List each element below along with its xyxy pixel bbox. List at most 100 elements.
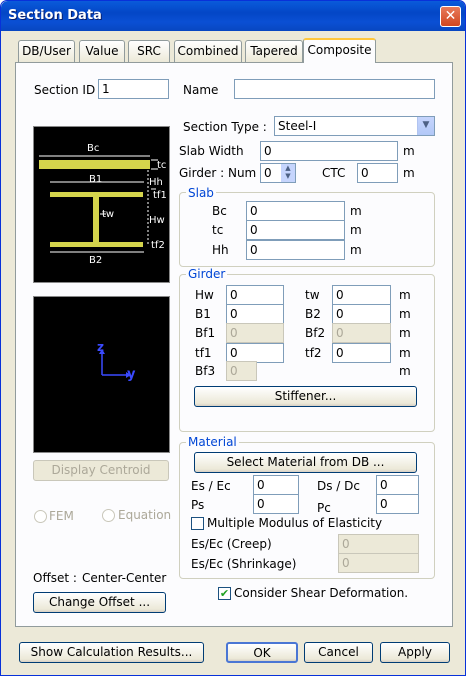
ctc-unit: m (403, 166, 415, 180)
section-type-select[interactable]: Steel-I ▼ (274, 116, 435, 136)
tab-value[interactable]: Value (79, 40, 125, 62)
tab-db-user[interactable]: DB/User (18, 40, 75, 62)
window-title: Section Data (8, 8, 102, 23)
shrinkage-label: Es/Ec (Shrinkage) (191, 557, 297, 571)
show-calculation-button[interactable]: Show Calculation Results... (19, 642, 204, 663)
girder-unit-1: m (399, 288, 411, 302)
axis-icon (99, 349, 131, 378)
checkmark-icon: ✔ (219, 587, 230, 600)
pc-label: Pc (317, 501, 331, 515)
girder-b1-label: B1 (195, 307, 211, 321)
slab-bc-unit: m (350, 204, 362, 218)
girder-unit-2: m (399, 307, 411, 321)
spin-arrows-icon[interactable]: ▲ ▼ (281, 164, 295, 182)
chevron-down-icon[interactable]: ▼ (417, 117, 434, 135)
slab-hh-label: Hh (212, 243, 229, 257)
section-type-label: Section Type : (183, 120, 267, 134)
ps-input[interactable]: 0 (253, 494, 299, 514)
equation-radio[interactable] (102, 509, 115, 522)
section-diagram: Bc tc B1 Hh tf1 tw Hw tf2 B2 (33, 126, 170, 283)
tab-combined[interactable]: Combined (174, 40, 242, 62)
slab-width-label: Slab Width (179, 144, 244, 158)
offset-label: Offset : (33, 571, 77, 585)
girder-tf2-label: tf2 (305, 346, 322, 360)
girder-bf1-label: Bf1 (195, 326, 216, 340)
fem-radio[interactable] (34, 510, 47, 523)
girder-hw-input[interactable]: 0 (226, 285, 284, 305)
pc-input[interactable]: 0 (376, 494, 419, 514)
es-ec-label: Es / Ec (191, 479, 231, 493)
tab-tapered[interactable]: Tapered (245, 40, 303, 62)
consider-shear-checkbox[interactable]: ✔ (218, 587, 231, 600)
dim-b2: B2 (89, 255, 103, 266)
girder-unit-5: m (399, 364, 411, 378)
centroid-viewer: z y (33, 296, 170, 453)
dim-hh: Hh (149, 177, 163, 188)
tab-src[interactable]: SRC (128, 40, 170, 62)
girder-unit-3: m (399, 326, 411, 340)
dim-hw: Hw (149, 215, 165, 226)
name-label: Name (183, 83, 219, 97)
girder-bf3-input[interactable]: 0 (226, 361, 257, 381)
girder-bf1-input[interactable]: 0 (226, 323, 284, 343)
dim-tf1: tf1 (153, 190, 167, 201)
girder-group-title: Girder (186, 267, 228, 281)
name-input[interactable] (234, 79, 435, 99)
ctc-input[interactable]: 0 (357, 163, 398, 183)
apply-button[interactable]: Apply (380, 642, 450, 663)
ds-dc-input[interactable]: 0 (376, 475, 419, 495)
fem-label: FEM (49, 509, 74, 523)
dim-b1: B1 (89, 174, 103, 185)
title-bar: Section Data ✕ (1, 1, 465, 31)
shrinkage-input[interactable]: 0 (338, 553, 419, 573)
creep-label: Es/Ec (Creep) (191, 537, 272, 551)
girder-bf3-label: Bf3 (195, 364, 216, 378)
slab-width-unit: m (403, 144, 415, 158)
slab-hh-unit: m (350, 243, 362, 257)
girder-b2-label: B2 (305, 307, 321, 321)
girder-tf2-input[interactable]: 0 (332, 343, 391, 363)
axis-y-label: y (127, 367, 136, 382)
multiple-modulus-label: Multiple Modulus of Elasticity (207, 516, 383, 530)
girder-num-value: 0 (264, 166, 272, 180)
ds-dc-label: Ds / Dc (317, 479, 361, 493)
consider-shear-label: Consider Shear Deformation. (234, 586, 409, 600)
cancel-button[interactable]: Cancel (304, 642, 373, 663)
girder-bf2-label: Bf2 (305, 326, 326, 340)
slab-hh-input[interactable]: 0 (246, 240, 345, 260)
girder-b1-input[interactable]: 0 (226, 304, 284, 324)
offset-value: Center-Center (82, 571, 167, 585)
girder-num-label: Girder : Num (179, 166, 257, 180)
ok-button[interactable]: OK (226, 642, 298, 663)
material-group-title: Material (186, 435, 239, 449)
girder-bf2-input[interactable]: 0 (332, 323, 391, 343)
tab-composite[interactable]: Composite (303, 38, 376, 63)
display-centroid-button[interactable]: Display Centroid (33, 460, 169, 481)
girder-tf1-input[interactable]: 0 (226, 343, 284, 363)
change-offset-button[interactable]: Change Offset ... (33, 592, 166, 613)
select-material-button[interactable]: Select Material from DB ... (194, 452, 417, 473)
dim-tc: tc (157, 160, 167, 171)
slab-tc-label: tc (212, 223, 224, 237)
section-data-window: Section Data ✕ DB/User Value SRC Combine… (0, 0, 466, 676)
ctc-label: CTC (322, 166, 346, 180)
girder-tf1-label: tf1 (195, 346, 212, 360)
stiffener-button[interactable]: Stiffener... (194, 386, 417, 407)
section-id-input[interactable]: 1 (98, 79, 169, 99)
girder-b2-input[interactable]: 0 (332, 304, 391, 324)
girder-unit-4: m (399, 346, 411, 360)
slab-width-input[interactable]: 0 (260, 141, 398, 161)
slab-bc-label: Bc (212, 204, 227, 218)
equation-label: Equation (118, 508, 172, 522)
dim-tw: tw (102, 209, 115, 220)
multiple-modulus-checkbox[interactable] (191, 517, 204, 530)
girder-num-stepper[interactable]: 0 ▲ ▼ (260, 163, 296, 183)
slab-bc-input[interactable]: 0 (246, 201, 345, 221)
dim-tf2: tf2 (151, 240, 165, 251)
close-button[interactable]: ✕ (440, 6, 461, 27)
es-ec-input[interactable]: 0 (253, 475, 299, 495)
ps-label: Ps (191, 498, 205, 512)
slab-tc-input[interactable]: 0 (246, 220, 345, 240)
creep-input[interactable]: 0 (338, 534, 419, 554)
girder-tw-input[interactable]: 0 (332, 285, 391, 305)
